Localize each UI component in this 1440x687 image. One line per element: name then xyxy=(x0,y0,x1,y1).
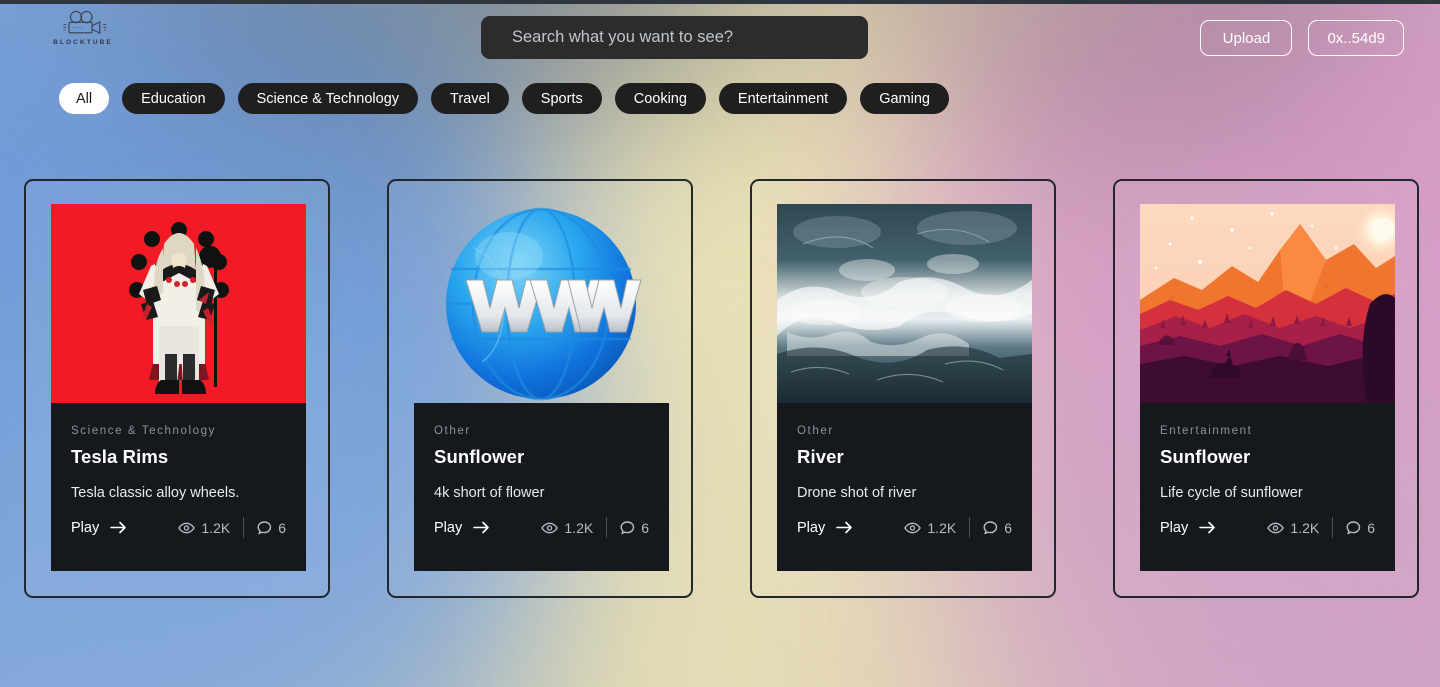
category-pill-sports[interactable]: Sports xyxy=(521,83,602,114)
video-card-footer: Play 1.2K 6 xyxy=(797,517,1012,538)
category-pill-travel[interactable]: Travel xyxy=(431,83,509,114)
movie-camera-icon xyxy=(63,10,107,35)
comment-bubble-icon xyxy=(257,520,272,534)
category-pill-education[interactable]: Education xyxy=(122,83,225,114)
play-label: Play xyxy=(797,519,826,536)
comment-bubble-icon xyxy=(620,520,635,534)
category-pill-science-technology[interactable]: Science & Technology xyxy=(237,83,419,114)
view-count-value: 1.2K xyxy=(1290,519,1320,536)
video-card[interactable]: Science & Technology Tesla Rims Tesla cl… xyxy=(24,179,330,598)
video-stats: 1.2K 6 xyxy=(904,517,1012,538)
video-thumbnail xyxy=(777,204,1032,403)
play-button[interactable]: Play xyxy=(434,520,490,536)
play-label: Play xyxy=(1160,519,1189,536)
video-card-footer: Play 1.2K 6 xyxy=(434,517,649,538)
view-count-value: 1.2K xyxy=(564,519,594,536)
comment-bubble-icon xyxy=(1346,520,1361,534)
play-button[interactable]: Play xyxy=(797,520,853,536)
www-globe-icon xyxy=(446,207,642,401)
window-top-bar xyxy=(0,0,1440,4)
stats-divider xyxy=(1332,517,1334,538)
comment-count: 6 xyxy=(1346,520,1375,536)
play-label: Play xyxy=(71,519,100,536)
video-card[interactable]: Other Sunflower 4k short of flower Play xyxy=(387,179,693,598)
video-title: Sunflower xyxy=(434,446,525,467)
site-header: BLOCKTUBE Upload 0x..54d9 xyxy=(0,4,1440,64)
video-thumbnail xyxy=(51,204,306,403)
arrow-right-icon xyxy=(836,521,853,534)
video-info-panel: Entertainment Sunflower Life cycle of su… xyxy=(1140,403,1395,571)
category-pill-all[interactable]: All xyxy=(59,83,110,114)
view-count-value: 1.2K xyxy=(201,519,231,536)
category-pill-entertainment[interactable]: Entertainment xyxy=(718,83,848,114)
arrow-right-icon xyxy=(1199,521,1216,534)
category-pill-gaming[interactable]: Gaming xyxy=(860,83,949,114)
view-count: 1.2K xyxy=(904,520,956,536)
comment-count-value: 6 xyxy=(1367,519,1375,536)
video-thumbnail xyxy=(1140,204,1395,403)
view-count-value: 1.2K xyxy=(927,519,957,536)
brand-logo[interactable]: BLOCKTUBE xyxy=(48,10,118,46)
app-root: BLOCKTUBE Upload 0x..54d9 All Education … xyxy=(0,0,1440,687)
wallet-address-button[interactable]: 0x..54d9 xyxy=(1308,20,1404,56)
anime-character-red-illustration-icon xyxy=(51,204,306,403)
stats-divider xyxy=(606,517,608,538)
video-info-panel: Other Sunflower 4k short of flower Play xyxy=(414,403,669,571)
comment-count: 6 xyxy=(257,520,286,536)
comment-count: 6 xyxy=(620,520,649,536)
eye-icon xyxy=(178,522,196,533)
video-description: 4k short of flower xyxy=(434,485,545,501)
video-stats: 1.2K 6 xyxy=(541,517,649,538)
video-info-panel: Science & Technology Tesla Rims Tesla cl… xyxy=(51,403,306,571)
header-actions: Upload 0x..54d9 xyxy=(1200,20,1404,56)
comment-count: 6 xyxy=(983,520,1012,536)
video-description: Life cycle of sunflower xyxy=(1160,485,1303,501)
video-title: Sunflower xyxy=(1160,446,1251,467)
video-description: Drone shot of river xyxy=(797,485,917,501)
video-category: Other xyxy=(434,425,471,437)
video-category: Entertainment xyxy=(1160,425,1253,437)
video-card-grid: Science & Technology Tesla Rims Tesla cl… xyxy=(24,179,1419,598)
video-info-panel: Other River Drone shot of river Play 1.2… xyxy=(777,403,1032,571)
video-category: Science & Technology xyxy=(71,425,216,437)
comment-bubble-icon xyxy=(983,520,998,534)
video-thumbnail xyxy=(414,204,669,403)
eye-icon xyxy=(904,522,922,533)
video-card-footer: Play 1.2K 6 xyxy=(1160,517,1375,538)
upload-button[interactable]: Upload xyxy=(1200,20,1293,56)
category-filter-bar: All Education Science & Technology Trave… xyxy=(59,83,949,114)
video-stats: 1.2K 6 xyxy=(178,517,286,538)
play-button[interactable]: Play xyxy=(1160,520,1216,536)
brand-name: BLOCKTUBE xyxy=(53,39,113,46)
comment-count-value: 6 xyxy=(641,519,649,536)
video-title: River xyxy=(797,446,844,467)
video-description: Tesla classic alloy wheels. xyxy=(71,485,240,501)
eye-icon xyxy=(541,522,559,533)
video-card-footer: Play 1.2K 6 xyxy=(71,517,286,538)
video-card[interactable]: Other River Drone shot of river Play 1.2… xyxy=(750,179,1056,598)
eye-icon xyxy=(1267,522,1285,533)
aerial-river-rapids-photo-icon xyxy=(777,204,1032,403)
arrow-right-icon xyxy=(110,521,127,534)
category-pill-cooking[interactable]: Cooking xyxy=(614,83,706,114)
comment-count-value: 6 xyxy=(1004,519,1012,536)
video-title: Tesla Rims xyxy=(71,446,169,467)
arrow-right-icon xyxy=(473,521,490,534)
play-label: Play xyxy=(434,519,463,536)
video-card[interactable]: Entertainment Sunflower Life cycle of su… xyxy=(1113,179,1419,598)
video-category: Other xyxy=(797,425,834,437)
stats-divider xyxy=(243,517,245,538)
view-count: 1.2K xyxy=(178,520,230,536)
play-button[interactable]: Play xyxy=(71,520,127,536)
video-stats: 1.2K 6 xyxy=(1267,517,1375,538)
sunset-mountain-landscape-icon xyxy=(1140,204,1395,403)
view-count: 1.2K xyxy=(541,520,593,536)
stats-divider xyxy=(969,517,971,538)
comment-count-value: 6 xyxy=(278,519,286,536)
search-input[interactable] xyxy=(481,16,868,59)
view-count: 1.2K xyxy=(1267,520,1319,536)
